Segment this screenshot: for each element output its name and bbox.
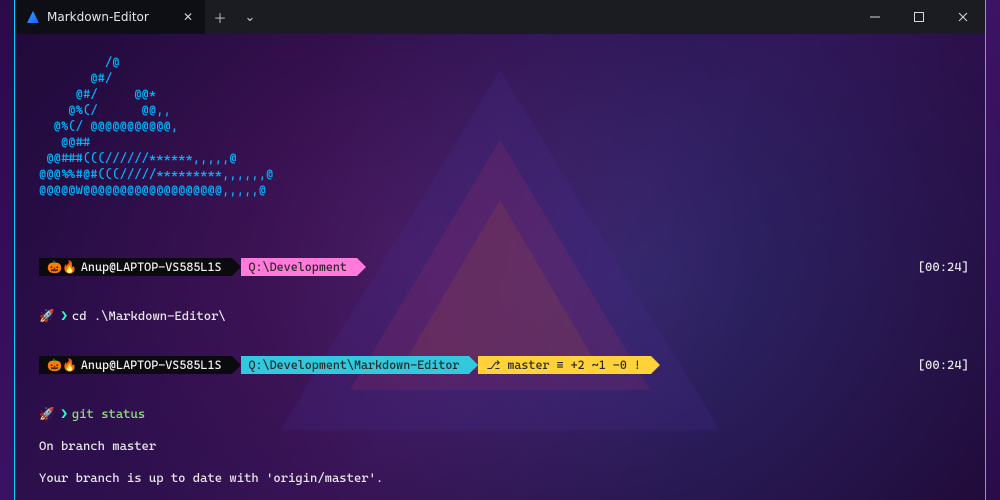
prompt-user-segment: 🎃🔥Anup@LAPTOP-VS585L1S — [39, 356, 232, 374]
tab-menu-chevron-icon[interactable]: ⌄ — [235, 0, 265, 34]
prompt-git-segment: ⎇ master ≡ +2 ~1 -0 ! — [478, 356, 650, 374]
prompt-path-segment: Q:\Development — [241, 258, 357, 276]
minimize-button[interactable] — [853, 0, 897, 34]
tab-active[interactable]: Markdown-Editor ✕ — [15, 0, 205, 34]
prompt-path-segment: Q:\Development\Markdown-Editor — [241, 356, 470, 374]
prompt-line-2: 🎃🔥Anup@LAPTOP-VS585L1S Q:\Development\Ma… — [39, 356, 975, 374]
close-tab-icon[interactable]: ✕ — [183, 10, 193, 24]
command-text: cd .\Markdown-Editor\ — [72, 308, 226, 323]
command-line: 🚀❯git status — [39, 406, 975, 422]
prompt-time: [00:24] — [918, 357, 975, 373]
rocket-icon: 🚀 — [39, 406, 55, 421]
ascii-art: /@ @#/ @#/ @@* @%(/ @@,, @%(/ @@@@@@@@@@… — [39, 54, 975, 198]
output-line: On branch master — [39, 438, 975, 454]
pumpkin-icon: 🎃🔥 — [47, 357, 77, 373]
new-tab-button[interactable]: ＋ — [205, 0, 235, 34]
prompt-user-segment: 🎃🔥Anup@LAPTOP-VS585L1S — [39, 258, 232, 276]
output-line: Your branch is up to date with 'origin/m… — [39, 470, 975, 486]
terminal-window: Markdown-Editor ✕ ＋ ⌄ /@ @#/ @#/ @@* @%(… — [14, 0, 986, 500]
title-bar: Markdown-Editor ✕ ＋ ⌄ — [15, 0, 985, 34]
terminal-body[interactable]: /@ @#/ @#/ @@* @%(/ @@,, @%(/ @@@@@@@@@@… — [15, 34, 985, 500]
command-text: git status — [72, 406, 145, 421]
prompt-line-1: 🎃🔥Anup@LAPTOP-VS585L1S Q:\Development [0… — [39, 258, 975, 276]
tab-title: Markdown-Editor — [47, 10, 149, 24]
rocket-icon: 🚀 — [39, 308, 55, 323]
prompt-user: Anup@LAPTOP-VS585L1S — [81, 259, 222, 275]
command-line: 🚀❯cd .\Markdown-Editor\ — [39, 308, 975, 324]
pumpkin-icon: 🎃🔥 — [47, 259, 77, 275]
prompt-user: Anup@LAPTOP-VS585L1S — [81, 357, 222, 373]
prompt-time: [00:24] — [918, 259, 975, 275]
tab-app-icon — [27, 11, 39, 23]
maximize-button[interactable] — [897, 0, 941, 34]
close-window-button[interactable] — [941, 0, 985, 34]
